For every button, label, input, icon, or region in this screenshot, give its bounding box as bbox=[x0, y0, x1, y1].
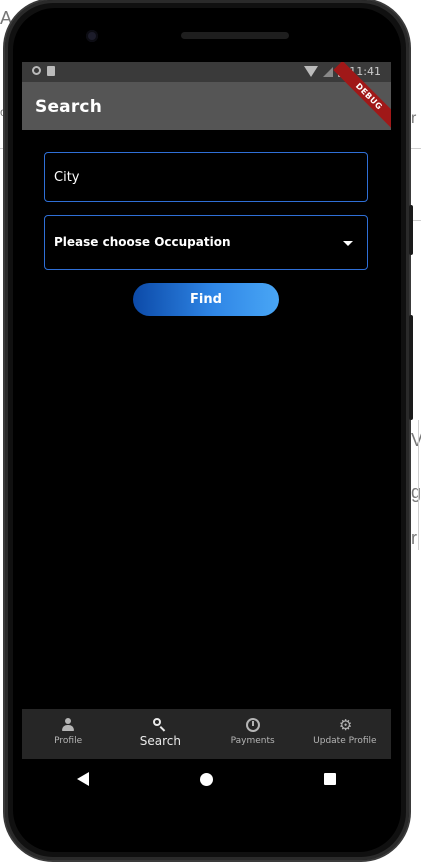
app-screen: 11:41 Search DEBUG City Please choose Oc… bbox=[22, 62, 391, 759]
city-input[interactable]: City bbox=[44, 152, 368, 202]
back-icon[interactable] bbox=[77, 772, 90, 786]
front-camera bbox=[86, 30, 98, 42]
background-fragment: r bbox=[411, 110, 417, 127]
occupation-value: Please choose Occupation bbox=[54, 235, 231, 249]
earpiece-speaker bbox=[181, 32, 289, 39]
power-button[interactable] bbox=[409, 205, 413, 255]
app-bar: Search DEBUG bbox=[22, 62, 391, 133]
nav-label: Search bbox=[139, 734, 181, 748]
nav-item-update-profile[interactable]: ⚙ Update Profile bbox=[299, 709, 391, 759]
system-navigation-bar bbox=[22, 759, 391, 799]
notification-icon bbox=[32, 66, 41, 75]
history-icon bbox=[245, 717, 261, 733]
volume-button[interactable] bbox=[409, 315, 413, 420]
wifi-icon bbox=[304, 66, 319, 77]
find-button[interactable]: Find bbox=[133, 283, 279, 316]
nav-label: Profile bbox=[54, 736, 83, 746]
background-fragment: r bbox=[411, 528, 417, 548]
person-icon bbox=[60, 717, 76, 733]
nav-label: Payments bbox=[230, 736, 275, 746]
signal-icon bbox=[323, 66, 334, 77]
bottom-navigation: Profile Search Payments ⚙ Update Profile bbox=[22, 709, 391, 759]
nav-item-payments[interactable]: Payments bbox=[207, 709, 299, 759]
recent-apps-icon[interactable] bbox=[323, 773, 336, 785]
search-icon bbox=[152, 717, 168, 733]
background-fragment: V bbox=[411, 430, 421, 450]
nav-item-search[interactable]: Search bbox=[114, 709, 206, 759]
occupation-dropdown[interactable]: Please choose Occupation bbox=[44, 215, 368, 270]
dropdown-arrow-icon bbox=[343, 241, 353, 246]
divider bbox=[411, 148, 421, 149]
nav-label: Update Profile bbox=[313, 736, 377, 746]
sim-icon bbox=[47, 66, 55, 76]
city-placeholder: City bbox=[54, 170, 80, 185]
nav-item-profile[interactable]: Profile bbox=[22, 709, 114, 759]
gear-icon: ⚙ bbox=[338, 716, 353, 734]
home-icon[interactable] bbox=[199, 772, 213, 786]
page-title: Search bbox=[35, 97, 103, 117]
background-fragment: g bbox=[411, 482, 421, 502]
divider bbox=[418, 420, 419, 550]
